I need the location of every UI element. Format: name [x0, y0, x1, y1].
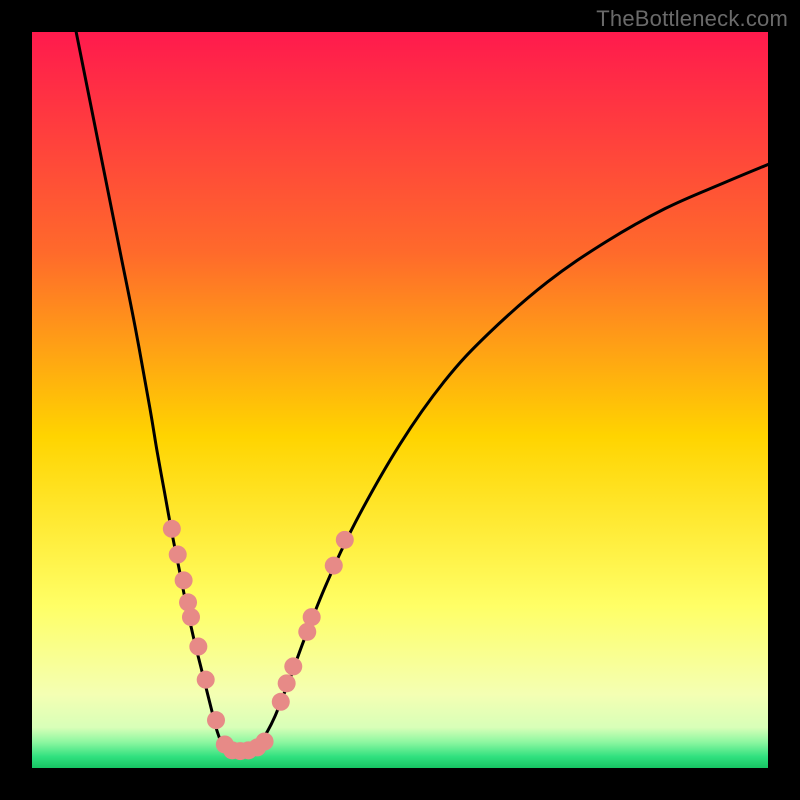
- chart-frame: TheBottleneck.com: [0, 0, 800, 800]
- chart-svg: [32, 32, 768, 768]
- plot-area: [32, 32, 768, 768]
- gradient-background: [32, 32, 768, 768]
- marker-dot: [278, 674, 296, 692]
- marker-dot: [256, 733, 274, 751]
- marker-dot: [197, 671, 215, 689]
- marker-dot: [175, 571, 193, 589]
- marker-dot: [284, 657, 302, 675]
- marker-dot: [272, 693, 290, 711]
- marker-dot: [336, 531, 354, 549]
- marker-dot: [182, 608, 200, 626]
- watermark-label: TheBottleneck.com: [596, 6, 788, 32]
- marker-dot: [325, 557, 343, 575]
- marker-dot: [169, 546, 187, 564]
- marker-dot: [303, 608, 321, 626]
- marker-dot: [163, 520, 181, 538]
- marker-dot: [207, 711, 225, 729]
- marker-dot: [189, 638, 207, 656]
